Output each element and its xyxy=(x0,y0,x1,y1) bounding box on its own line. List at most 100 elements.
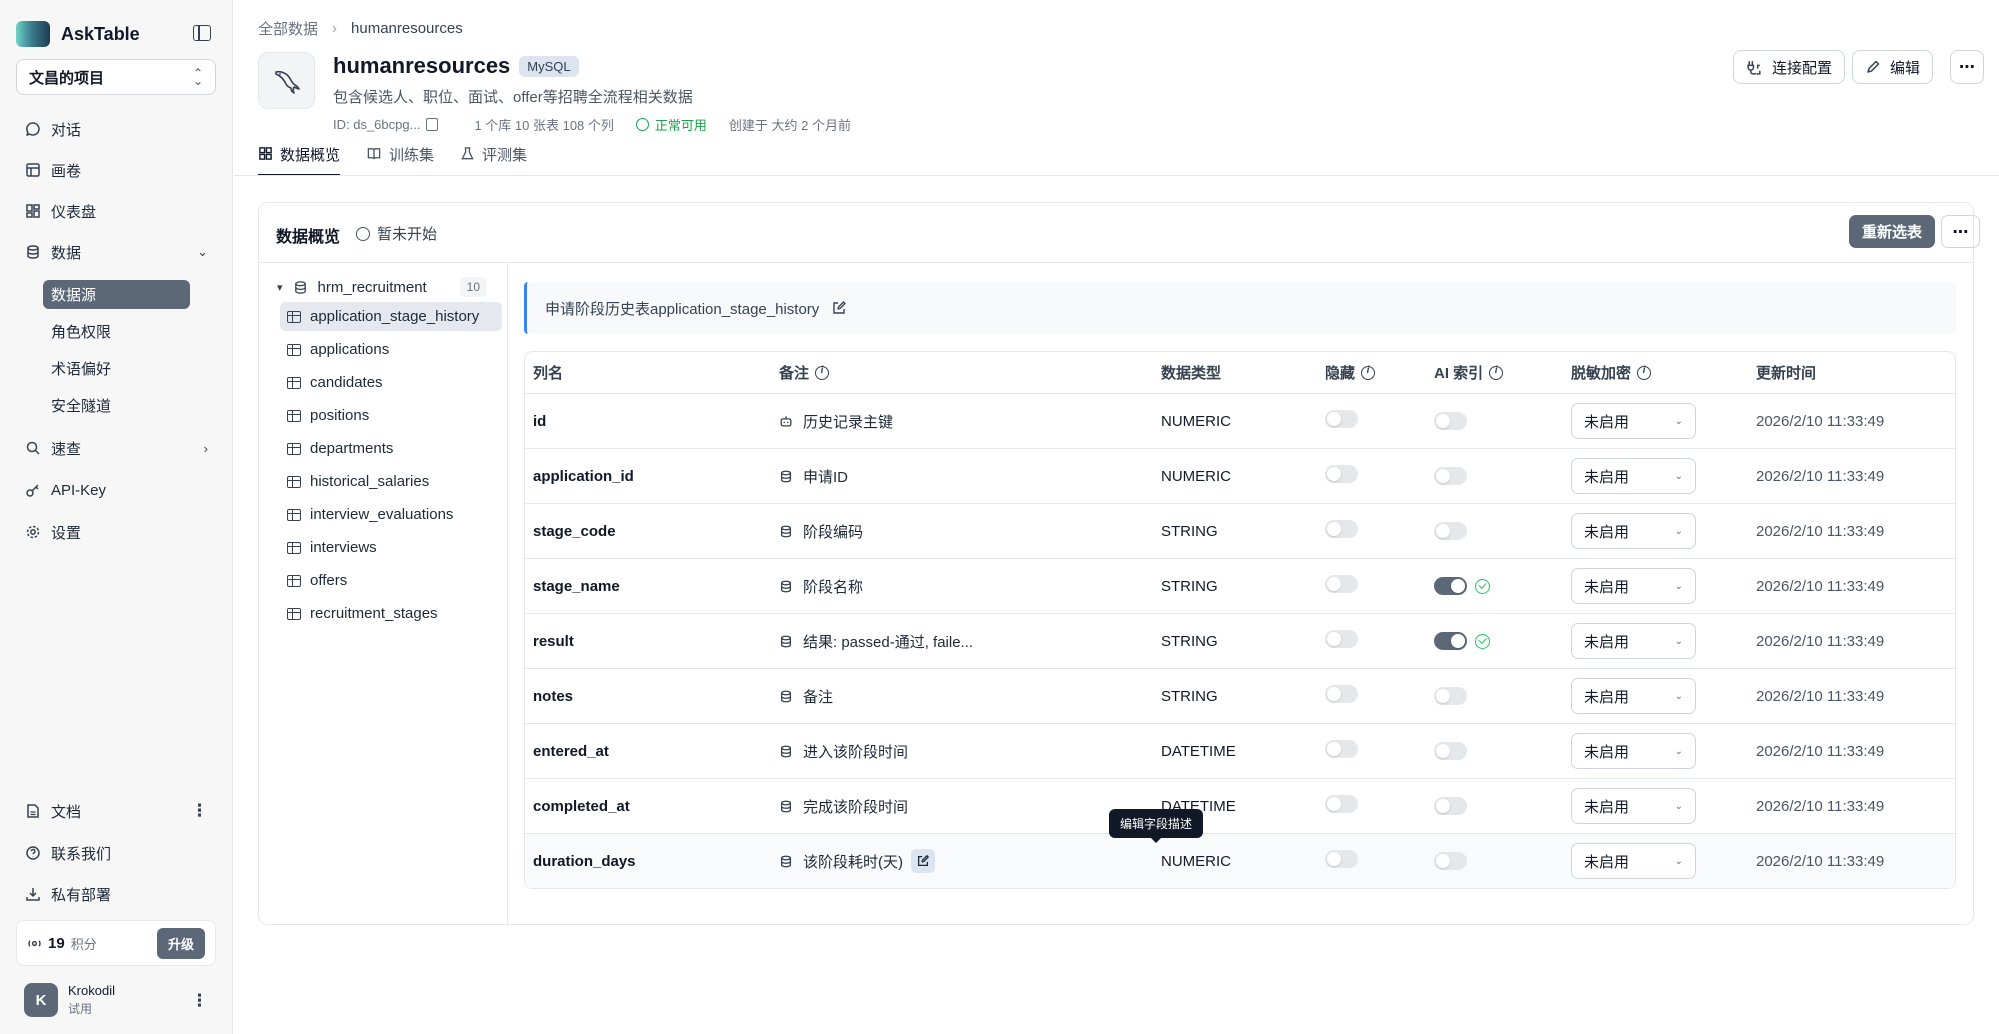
plug-icon xyxy=(1746,59,1763,76)
project-select[interactable]: 文昌的项目 ⌃ ⌄ xyxy=(16,59,216,95)
table-tree: ▾ hrm_recruitment 10 application_stage_h… xyxy=(259,263,508,924)
hidden-cell xyxy=(1317,740,1426,762)
mask-select[interactable]: 未启用 ⌄ xyxy=(1571,623,1696,659)
credits-box: 19 积分 升级 xyxy=(16,920,216,966)
mysql-dolphin-icon xyxy=(258,52,315,109)
ai-index-toggle[interactable] xyxy=(1434,412,1467,430)
tree-table-item[interactable]: interviews xyxy=(280,533,502,562)
tree-table-item[interactable]: historical_salaries xyxy=(280,467,502,496)
nav-contact[interactable]: 联系我们 xyxy=(16,836,216,870)
brand[interactable]: AskTable xyxy=(16,20,140,48)
sidebar-item-datasource[interactable]: 数据源 xyxy=(43,280,190,309)
mask-select[interactable]: 未启用 ⌄ xyxy=(1571,733,1696,769)
info-icon[interactable] xyxy=(1489,365,1504,380)
tree-table-item[interactable]: applications xyxy=(280,335,502,364)
upgrade-button[interactable]: 升级 xyxy=(156,927,205,959)
mask-select[interactable]: 未启用 ⌄ xyxy=(1571,788,1696,824)
mask-select[interactable]: 未启用 ⌄ xyxy=(1571,678,1696,714)
table-row: notes 备注 STRING 未启用 ⌄ 2026/2/10 11:33:49 xyxy=(525,668,1955,723)
hidden-toggle[interactable] xyxy=(1325,850,1358,868)
hidden-toggle[interactable] xyxy=(1325,740,1358,758)
tree-table-item[interactable]: candidates xyxy=(280,368,502,397)
nav-quick-search[interactable]: 速查 › xyxy=(16,431,216,465)
edit-remark-icon[interactable] xyxy=(911,849,935,873)
user-more-icon[interactable]: ⋮ xyxy=(191,992,208,1009)
mask-select[interactable]: 未启用 ⌄ xyxy=(1571,568,1696,604)
mask-select[interactable]: 未启用 ⌄ xyxy=(1571,458,1696,494)
sidebar-item-terms[interactable]: 术语偏好 xyxy=(43,354,190,383)
ai-index-toggle[interactable] xyxy=(1434,522,1467,540)
ai-index-toggle[interactable] xyxy=(1434,577,1467,595)
tree-table-item[interactable]: recruitment_stages xyxy=(280,599,502,628)
header-mask-label: 脱敏加密 xyxy=(1571,365,1632,382)
copy-icon[interactable] xyxy=(426,118,439,131)
tree-table-item[interactable]: departments xyxy=(280,434,502,463)
column-updated: 2026/2/10 11:33:49 xyxy=(1756,577,1885,595)
hidden-toggle[interactable] xyxy=(1325,410,1358,428)
tree-table-item[interactable]: offers xyxy=(280,566,502,595)
hidden-toggle[interactable] xyxy=(1325,520,1358,538)
mask-cell: 未启用 ⌄ xyxy=(1563,678,1748,714)
user-name: Krokodil xyxy=(68,983,115,998)
nav-dashboard[interactable]: 仪表盘 xyxy=(16,194,216,228)
help-icon xyxy=(25,845,41,861)
ai-index-toggle[interactable] xyxy=(1434,632,1467,650)
key-icon xyxy=(25,482,41,498)
datasource-title: humanresources MySQL xyxy=(333,53,579,79)
connection-config-button[interactable]: 连接配置 xyxy=(1733,50,1846,84)
column-type: NUMERIC xyxy=(1161,467,1231,485)
breadcrumb-root[interactable]: 全部数据 xyxy=(258,18,318,39)
hidden-toggle[interactable] xyxy=(1325,630,1358,648)
table-description-text: 申请阶段历史表application_stage_history xyxy=(545,300,820,318)
header-type: 数据类型 xyxy=(1161,365,1222,382)
sidebar-item-roles[interactable]: 角色权限 xyxy=(43,317,190,346)
table-icon xyxy=(287,376,301,389)
more-options-icon[interactable]: ⋯ xyxy=(1950,50,1984,84)
nav-label: 联系我们 xyxy=(51,845,112,863)
nav-api-key[interactable]: API-Key xyxy=(16,473,216,507)
tab-training-set[interactable]: 训练集 xyxy=(366,144,434,176)
nav-private-deploy[interactable]: 私有部署 xyxy=(16,877,216,911)
hidden-toggle[interactable] xyxy=(1325,575,1358,593)
chevron-down-icon[interactable]: ▾ xyxy=(277,281,283,294)
tree-table-item[interactable]: interview_evaluations xyxy=(280,500,502,529)
tree-table-item[interactable]: positions xyxy=(280,401,502,430)
info-icon[interactable] xyxy=(1361,365,1376,380)
tab-overview[interactable]: 数据概览 xyxy=(258,144,341,176)
nav-chat[interactable]: 对话 xyxy=(16,112,216,146)
info-icon[interactable] xyxy=(1637,365,1652,380)
columns-table: 列名 备注 数据类型 隐藏 AI 索引 脱敏加密 更新时间 id 历史记录主键 NU… xyxy=(524,351,1956,889)
nav-docs[interactable]: 文档 xyxy=(16,794,216,828)
mask-select[interactable]: 未启用 ⌄ xyxy=(1571,843,1696,879)
hidden-toggle[interactable] xyxy=(1325,465,1358,483)
sidebar-item-tunnel[interactable]: 安全隧道 xyxy=(43,391,190,420)
table-icon xyxy=(287,409,301,422)
info-icon[interactable] xyxy=(815,365,830,380)
user-profile[interactable]: K Krokodil 试用 xyxy=(24,983,115,1017)
nav-settings[interactable]: 设置 xyxy=(16,515,216,549)
ai-index-toggle[interactable] xyxy=(1434,797,1467,815)
reselect-tables-button[interactable]: 重新选表 xyxy=(1849,215,1936,248)
sidebar-collapse-icon[interactable] xyxy=(193,25,211,41)
nav-data[interactable]: 数据 ⌄ xyxy=(16,235,216,269)
docs-more-icon[interactable]: ⋮ xyxy=(191,802,208,819)
chevron-down-icon: ⌄ xyxy=(1674,580,1683,592)
tree-table-item[interactable]: application_stage_history xyxy=(280,302,502,331)
edit-button[interactable]: 编辑 xyxy=(1852,50,1934,84)
ai-index-toggle[interactable] xyxy=(1434,467,1467,485)
ai-index-toggle[interactable] xyxy=(1434,742,1467,760)
mask-select[interactable]: 未启用 ⌄ xyxy=(1571,513,1696,549)
table-name: interviews xyxy=(310,539,377,556)
mask-select[interactable]: 未启用 ⌄ xyxy=(1571,403,1696,439)
schema-node[interactable]: ▾ hrm_recruitment 10 xyxy=(277,274,487,300)
ai-index-toggle[interactable] xyxy=(1434,852,1467,870)
nav-label: 仪表盘 xyxy=(51,203,97,221)
hidden-toggle[interactable] xyxy=(1325,795,1358,813)
edit-icon[interactable] xyxy=(831,300,847,316)
overview-more-icon[interactable]: ⋯ xyxy=(1941,215,1980,248)
nav-canvas[interactable]: 画卷 xyxy=(16,153,216,187)
credits-value: 19 xyxy=(48,934,65,952)
ai-index-toggle[interactable] xyxy=(1434,687,1467,705)
hidden-toggle[interactable] xyxy=(1325,685,1358,703)
tab-eval-set[interactable]: 评测集 xyxy=(460,144,527,176)
